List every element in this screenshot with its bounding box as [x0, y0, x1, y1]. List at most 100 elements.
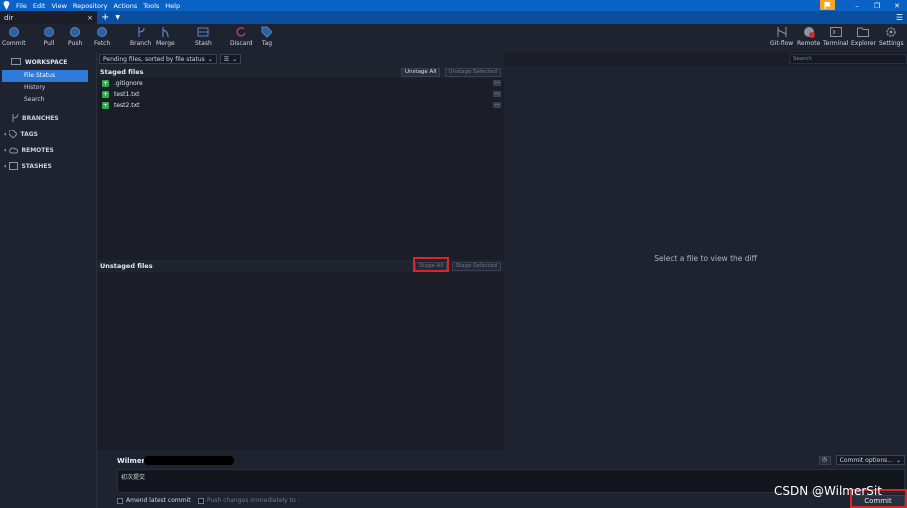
tab-label: dir [4, 13, 14, 22]
file-name: test2.txt [114, 102, 140, 109]
diff-panel: Select a file to view the diff [504, 66, 907, 450]
view-mode-dropdown[interactable]: ☰ ⌄ [219, 54, 242, 64]
stash-icon [197, 26, 209, 38]
remotes-label: REMOTES [21, 146, 54, 154]
unstage-all-button[interactable]: Unstage All [401, 67, 441, 77]
push-button[interactable]: Push [68, 26, 82, 47]
terminal-button[interactable]: Terminal [823, 26, 848, 47]
sidebar-section-branches[interactable]: BRANCHES [0, 110, 96, 126]
stash-button[interactable]: Stash [195, 26, 212, 47]
push-icon [69, 26, 81, 38]
sidebar-item-history[interactable]: History [2, 82, 88, 94]
branch-button[interactable]: Branch [130, 26, 151, 47]
menu-help[interactable]: Help [165, 2, 180, 10]
amend-checkbox[interactable]: Amend latest commit [117, 497, 191, 504]
unstage-selected-button[interactable]: Unstage Selected [444, 67, 501, 77]
commit-options-dropdown[interactable]: Commit options... ⌄ [835, 455, 905, 465]
fetch-label: Fetch [94, 40, 111, 47]
stashes-label: STASHES [21, 162, 52, 170]
menu-edit[interactable]: Edit [33, 2, 46, 10]
unstaged-files-list [97, 272, 504, 450]
sidebar-section-tags[interactable]: › TAGS [0, 126, 96, 142]
added-status-icon: + [102, 91, 109, 98]
sidebar-item-search[interactable]: Search [2, 94, 88, 106]
explorer-label: Explorer [851, 40, 876, 47]
pull-label: Pull [43, 40, 55, 47]
git-flow-button[interactable]: Git-flow [770, 26, 793, 47]
push-immediately-checkbox[interactable]: Push changes immediately to - [198, 497, 300, 504]
stashes-icon [9, 162, 19, 170]
app-logo-icon [0, 0, 12, 11]
sidebar-section-remotes[interactable]: › REMOTES [0, 142, 96, 158]
staged-files-list: + .gitignore ··· + test1.txt ··· + test2… [97, 78, 504, 260]
toolbar: Commit Pull Push Fetch Branch Merge Stas… [0, 24, 907, 52]
push-immediately-label: Push changes immediately to - [207, 497, 300, 504]
tab-dir[interactable]: dir × [0, 11, 97, 24]
history-clock-icon[interactable]: ◷ [818, 455, 831, 465]
menu-view[interactable]: View [51, 2, 66, 10]
merge-button[interactable]: Merge [156, 26, 175, 47]
amend-label: Amend latest commit [126, 497, 191, 504]
fetch-icon [96, 26, 108, 38]
remotes-icon [9, 147, 19, 153]
settings-icon [885, 26, 897, 38]
menu-repository[interactable]: Repository [73, 2, 108, 10]
explorer-icon [857, 26, 870, 38]
flag-icon[interactable] [820, 0, 835, 10]
close-icon[interactable]: ✕ [887, 0, 907, 11]
discard-button[interactable]: Discard [230, 26, 253, 47]
search-input[interactable]: Search [789, 54, 907, 64]
branch-icon [135, 26, 147, 38]
settings-button[interactable]: Settings [879, 26, 904, 47]
tab-bar: dir × + ▼ [0, 11, 907, 24]
checkbox-box [198, 497, 204, 504]
tag-icon [261, 26, 273, 38]
hamburger-menu-icon[interactable]: ☰ [896, 13, 903, 22]
branches-icon [12, 114, 19, 122]
file-options-icon[interactable]: ··· [493, 80, 501, 86]
checkbox-box [117, 497, 123, 504]
stage-selected-button[interactable]: Stage Selected [451, 261, 501, 271]
unstaged-files-title: Unstaged files [100, 262, 153, 270]
sidebar-item-file-status[interactable]: File Status [2, 70, 88, 82]
chevron-right-icon: › [4, 162, 7, 170]
list-view-icon: ☰ [223, 55, 230, 63]
settings-label: Settings [879, 40, 904, 47]
fetch-button[interactable]: Fetch [94, 26, 110, 47]
menu-actions[interactable]: Actions [114, 2, 138, 10]
explorer-button[interactable]: Explorer [851, 26, 876, 47]
menu-file[interactable]: File [16, 2, 27, 10]
tab-close-icon[interactable]: × [87, 14, 93, 22]
sidebar-section-stashes[interactable]: › STASHES [0, 158, 96, 174]
discard-icon [235, 26, 247, 38]
remote-label: Remote [797, 40, 821, 47]
title-bar: File Edit View Repository Actions Tools … [0, 0, 907, 11]
sort-dropdown[interactable]: Pending files, sorted by file status ⌄ [99, 54, 217, 64]
file-options-icon[interactable]: ··· [493, 102, 501, 108]
stage-all-highlight [413, 257, 449, 272]
watermark: CSDN @WilmerSit [774, 484, 882, 498]
git-flow-label: Git-flow [770, 40, 794, 47]
commit-button[interactable]: Commit [2, 26, 26, 47]
chevron-down-icon: ⌄ [895, 456, 901, 464]
workspace-icon [11, 58, 21, 65]
file-options-icon[interactable]: ··· [493, 91, 501, 97]
tag-button[interactable]: Tag [261, 26, 273, 47]
stash-label: Stash [195, 40, 212, 47]
staged-files-title: Staged files [100, 68, 144, 76]
pull-button[interactable]: Pull [43, 26, 55, 47]
chevron-down-icon: ⌄ [207, 55, 213, 63]
list-item[interactable]: + .gitignore ··· [97, 78, 504, 89]
remote-button[interactable]: Remote [797, 26, 820, 47]
add-tab-icon[interactable]: + [101, 12, 109, 23]
list-item[interactable]: + test2.txt ··· [97, 100, 504, 111]
menu-tools[interactable]: Tools [143, 2, 159, 10]
maximize-icon[interactable]: ❐ [867, 0, 887, 11]
chevron-right-icon: › [4, 130, 7, 138]
list-item[interactable]: + test1.txt ··· [97, 89, 504, 100]
tab-dropdown-icon[interactable]: ▼ [115, 14, 120, 21]
workspace-header: WORKSPACE [0, 54, 96, 70]
commit-options-label: Commit options... [839, 456, 893, 464]
commit-options-group: ◷ Commit options... ⌄ [817, 455, 905, 465]
minimize-icon[interactable]: – [847, 0, 867, 11]
